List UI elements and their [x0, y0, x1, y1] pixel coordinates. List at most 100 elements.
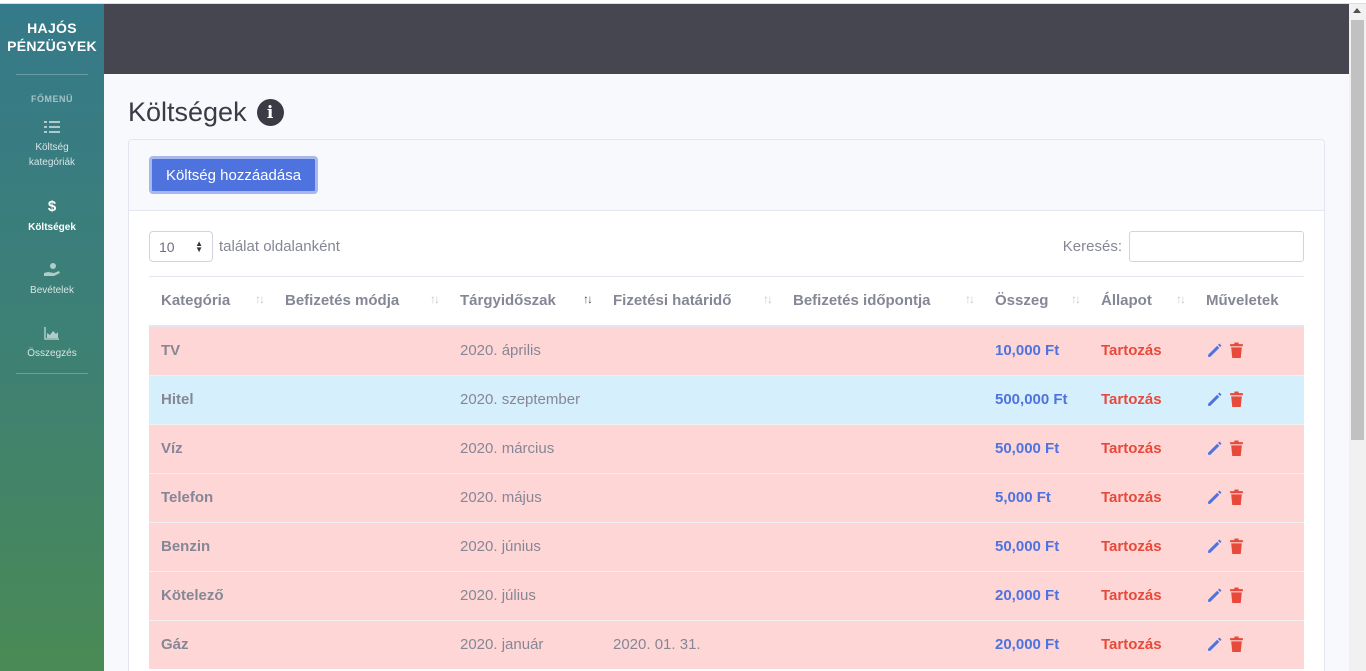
expenses-table: Kategória ↑↓ Befizetés módja ↑↓ Tárgyidősz… [149, 276, 1304, 669]
cell-category: Gáz [149, 619, 273, 669]
expenses-card: Költség hozzáadása 10 ▲ ▼ találat oldalan… [128, 139, 1325, 671]
delete-icon[interactable] [1228, 587, 1246, 605]
hand-holding-icon [44, 263, 60, 276]
sidebar-item-label: Költség [35, 142, 69, 153]
cell-amount: 10,000 Ft [983, 325, 1089, 375]
cell-deadline [601, 374, 781, 424]
column-header-befizetes-modja[interactable]: Befizetés módja ↑↓ [273, 276, 448, 327]
cell-paid-at [781, 521, 983, 571]
cell-payment-method [273, 570, 448, 620]
sidebar-item-koltsegek[interactable]: $ Költségek [0, 198, 104, 235]
cell-payment-method [273, 325, 448, 375]
cell-actions [1194, 472, 1304, 522]
column-label: Fizetési határidő [613, 292, 732, 310]
column-label: Befizetés módja [285, 292, 400, 310]
brand-logo[interactable]: HAJÓS PÉNZÜGYEK [0, 4, 104, 74]
column-header-fizetesi-hatarido[interactable]: Fizetési határidő ↑↓ [601, 276, 781, 327]
edit-icon[interactable] [1206, 342, 1224, 360]
column-header-kategoria[interactable]: Kategória ↑↓ [149, 276, 273, 327]
cell-period: 2020. július [448, 570, 601, 620]
column-header-allapot[interactable]: Állapot ↑↓ [1089, 276, 1194, 327]
cell-paid-at [781, 423, 983, 473]
sort-icon: ↑↓ [1071, 292, 1081, 306]
sidebar-item-osszegzes[interactable]: Összegzés [0, 324, 104, 361]
cell-actions [1194, 619, 1304, 669]
brand-line-1: HAJÓS [27, 20, 77, 36]
sidebar: HAJÓS PÉNZÜGYEK FŐMENÜ Költség kategóriá… [0, 4, 104, 671]
select-arrows-icon: ▲ ▼ [195, 239, 203, 254]
table-row: Gáz 2020. január 2020. 01. 31. 20,000 Ft Tar… [149, 619, 1304, 669]
delete-icon[interactable] [1228, 489, 1246, 507]
delete-icon[interactable] [1228, 538, 1246, 556]
cell-period: 2020. szeptember [448, 374, 601, 424]
cell-amount: 500,000 Ft [983, 374, 1089, 424]
cell-amount: 50,000 Ft [983, 521, 1089, 571]
cell-period: 2020. január [448, 619, 601, 669]
table-row: Hitel 2020. szeptember 500,000 Ft Tartozás [149, 374, 1304, 424]
card-header: Költség hozzáadása [129, 140, 1324, 211]
info-circle-icon[interactable]: i [256, 99, 284, 126]
edit-icon[interactable] [1206, 440, 1224, 458]
sidebar-divider [16, 373, 88, 374]
page-length-value: 10 [159, 238, 175, 255]
list-icon [44, 121, 60, 133]
scroll-up-icon[interactable] [1353, 8, 1361, 13]
column-header-osszeg[interactable]: Összeg ↑↓ [983, 276, 1089, 327]
main-content: Költségek i Költség hozzáadása 10 ▲ ▼ tal… [104, 74, 1349, 671]
cell-status: Tartozás [1089, 325, 1194, 375]
table-row: TV 2020. április 10,000 Ft Tartozás [149, 325, 1304, 375]
sort-icon: ↑↓ [430, 292, 440, 306]
table-row: Víz 2020. március 50,000 Ft Tartozás [149, 423, 1304, 473]
column-label: Összeg [995, 292, 1049, 310]
area-chart-icon [44, 327, 59, 340]
cell-category: Telefon [149, 472, 273, 522]
column-header-muveletek: Műveletek [1194, 276, 1304, 327]
cell-period: 2020. március [448, 423, 601, 473]
delete-icon[interactable] [1228, 636, 1246, 654]
delete-icon[interactable] [1228, 391, 1246, 409]
table-body: TV 2020. április 10,000 Ft Tartozás Hitel 20… [149, 325, 1304, 669]
cell-period: 2020. június [448, 521, 601, 571]
edit-icon[interactable] [1206, 636, 1224, 654]
delete-icon[interactable] [1228, 342, 1246, 360]
cell-deadline: 2020. 01. 31. [601, 619, 781, 669]
page-scrollbar[interactable] [1349, 4, 1366, 671]
edit-icon[interactable] [1206, 391, 1224, 409]
search-input[interactable] [1129, 231, 1304, 262]
page-title-text: Költségek [128, 97, 247, 127]
add-expense-button[interactable]: Költség hozzáadása [149, 156, 318, 194]
table-row: Benzin 2020. június 50,000 Ft Tartozás [149, 521, 1304, 571]
sidebar-divider [16, 74, 88, 75]
sidebar-heading: FŐMENÜ [31, 94, 73, 104]
delete-icon[interactable] [1228, 440, 1246, 458]
cell-actions [1194, 325, 1304, 375]
column-header-targyidoszak[interactable]: Tárgyidőszak ↑↓ [448, 276, 601, 327]
sort-icon: ↑↓ [965, 292, 975, 306]
page-title: Költségek i [128, 97, 284, 128]
cell-deadline [601, 472, 781, 522]
column-label: Kategória [161, 292, 231, 310]
cell-category: Kötelező [149, 570, 273, 620]
scrollbar-thumb[interactable] [1351, 20, 1364, 440]
column-header-befizetes-idopontja[interactable]: Befizetés időpontja ↑↓ [781, 276, 983, 327]
cell-deadline [601, 521, 781, 571]
cell-deadline [601, 423, 781, 473]
column-label: Tárgyidőszak [460, 292, 556, 310]
cell-actions [1194, 521, 1304, 571]
edit-icon[interactable] [1206, 489, 1224, 507]
cell-status: Tartozás [1089, 374, 1194, 424]
sidebar-item-koltseg-kategoriak[interactable]: Költség kategóriák [0, 118, 104, 170]
search-control: Keresés: [1063, 231, 1304, 262]
table-header-row: Kategória ↑↓ Befizetés módja ↑↓ Tárgyidősz… [149, 276, 1304, 327]
edit-icon[interactable] [1206, 587, 1224, 605]
page-length-select[interactable]: 10 ▲ ▼ [149, 231, 213, 262]
sidebar-item-bevetelek[interactable]: Bevételek [0, 261, 104, 298]
cell-amount: 20,000 Ft [983, 570, 1089, 620]
edit-icon[interactable] [1206, 538, 1224, 556]
cell-actions [1194, 570, 1304, 620]
cell-category: TV [149, 325, 273, 375]
cell-payment-method [273, 619, 448, 669]
cell-paid-at [781, 570, 983, 620]
cell-period: 2020. május [448, 472, 601, 522]
cell-status: Tartozás [1089, 619, 1194, 669]
